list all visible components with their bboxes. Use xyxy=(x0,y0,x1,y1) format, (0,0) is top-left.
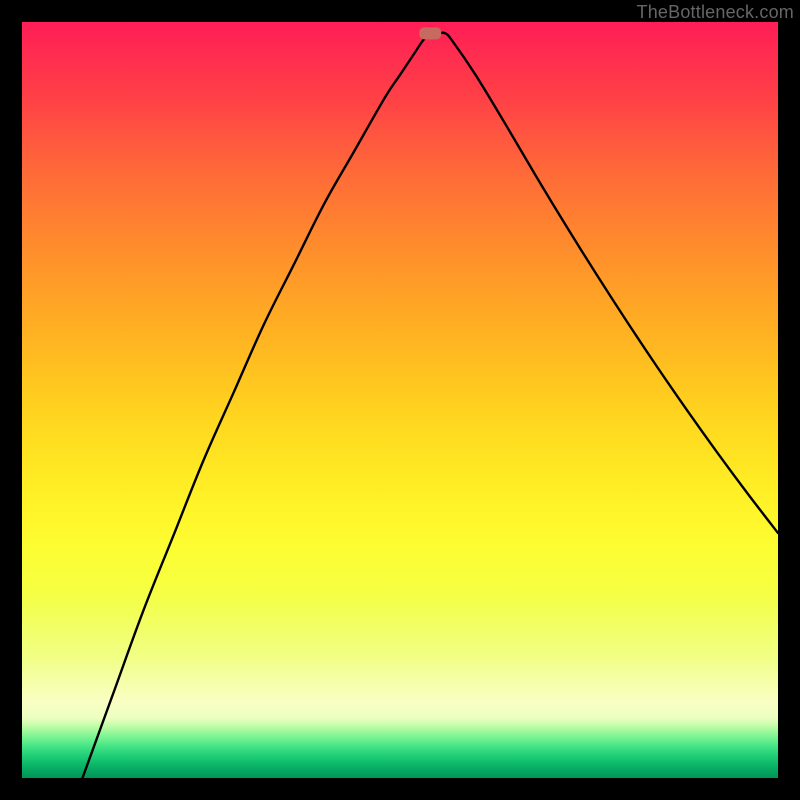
chart-frame: TheBottleneck.com xyxy=(0,0,800,800)
plot-area xyxy=(22,22,778,778)
vertex-marker xyxy=(419,27,441,39)
bottleneck-curve xyxy=(82,33,778,778)
watermark-label: TheBottleneck.com xyxy=(637,2,794,23)
curve-svg xyxy=(22,22,778,778)
